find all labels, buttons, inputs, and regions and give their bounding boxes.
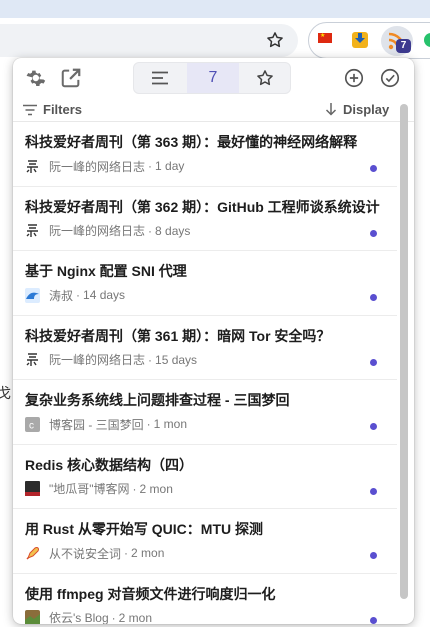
feed-item-source: 从不说安全词 [49,546,122,561]
feed-item-title[interactable]: 科技爱好者周刊（第 362 期）：GitHub 工程师谈系统设计 [25,197,387,217]
feed-item[interactable]: 用 Rust 从零开始写 QUIC：MTU 探测 从不说安全词 · 2 mon [13,509,397,574]
unread-dot [370,616,377,624]
feed-item-meta: 从不说安全词 · 2 mon [25,545,164,561]
feed-item-source: 依云's Blog [49,611,109,624]
address-bar[interactable] [0,24,298,57]
feed-item-time: 8 days [155,223,191,238]
china-flag-icon[interactable]: ★ [318,33,332,43]
feed-popup: 7 Filters Display 科技爱好者周刊（第 363 期）：最好懂的神… [13,58,414,624]
unread-badge: 7 [396,39,411,53]
feed-item-title[interactable]: 基于 Nginx 配置 SNI 代理 [25,261,387,281]
unread-dot [370,165,377,172]
feed-item[interactable]: 使用 ffmpeg 对音频文件进行响度归一化 依云's Blog · 2 mon [13,574,397,625]
filters-label: Filters [43,102,83,117]
external-link-icon[interactable] [60,67,82,89]
ruanyifeng-icon [25,159,40,174]
photo-icon [25,610,40,624]
arrow-down-icon [325,103,337,116]
unread-dot [370,423,377,430]
scrollbar[interactable] [397,98,412,624]
feed-item-source: 涛叔 [49,288,74,303]
cnblogs-icon: c [25,416,40,432]
feed-item-meta: 阮一峰的网络日志 · 15 days [25,352,197,368]
feed-item-separator: · [148,159,153,173]
feed-item[interactable]: 科技爱好者周刊（第 361 期）：暗网 Tor 安全吗？ 阮一峰的网络日志 · … [13,316,397,380]
feed-item-time: 1 day [155,159,185,173]
filter-bar: Filters Display [13,98,414,122]
feed-item-time: 15 days [155,352,198,367]
display-label: Display [343,102,390,117]
feed-item-separator: · [111,610,116,625]
page-text-fragment: 戈 [0,385,11,401]
feed-item-title[interactable]: 使用 ffmpeg 对音频文件进行响度归一化 [25,584,387,604]
bookmark-star-icon[interactable] [265,30,285,50]
unread-dot [370,294,377,301]
ruanyifeng-icon [25,223,40,238]
feed-item-meta: 依云's Blog · 2 mon [25,610,153,625]
feed-item-title[interactable]: Redis 核心数据结构（四） [25,455,387,475]
feed-item-time: 2 mon [118,610,153,625]
dark-square-icon [25,481,40,496]
feed-item-title[interactable]: 用 Rust 从零开始写 QUIC：MTU 探测 [25,519,387,539]
feed-item-time: 2 mon [139,481,173,496]
feed-item-time: 1 mon [153,417,188,431]
unread-dot [370,487,377,495]
feed-item-meta: 涛叔 · 14 days [25,287,125,303]
ruanyifeng-icon [25,352,40,367]
feed-item[interactable]: 科技爱好者周刊（第 362 期）：GitHub 工程师谈系统设计 阮一峰的网络日… [13,187,397,251]
feed-item-time: 2 mon [131,546,165,560]
filter-lines-icon [23,104,37,115]
tab-starred[interactable] [239,63,291,93]
feed-item-meta: "地瓜哥"博客网 · 2 mon [25,481,173,497]
feed-item[interactable]: 复杂业务系统线上问题排查过程 - 三国梦回 c 博客园 - 三国梦回 · 1 m… [13,380,397,445]
feed-item-source: "地瓜哥"博客网 [49,482,130,496]
feed-item-separator: · [148,352,153,367]
plus-circle-icon[interactable] [343,67,365,89]
unread-dot [370,358,377,366]
feed-item-separator: · [146,417,151,431]
unread-dot [370,229,377,237]
feed-list: 科技爱好者周刊（第 363 期）：最好懂的神经网络解释 阮一峰的网络日志 · 1… [13,122,397,624]
scrollbar-thumb[interactable] [400,104,408,599]
feed-item-title[interactable]: 科技爱好者周刊（第 361 期）：暗网 Tor 安全吗？ [25,326,387,346]
feed-item-separator: · [76,288,81,302]
filters-button[interactable]: Filters [23,102,82,117]
gear-icon[interactable] [24,67,46,89]
display-button[interactable]: Display [325,102,389,117]
feed-item-meta: 阮一峰的网络日志 · 1 day [25,158,184,174]
tab-all-list[interactable] [134,63,186,93]
feed-item-separator: · [124,546,129,560]
feed-item-separator: · [132,481,137,496]
feed-item-source: 博客园 - 三国梦回 [49,417,144,432]
feed-item-source: 阮一峰的网络日志 [49,224,146,238]
unread-count: 7 [208,69,218,86]
unread-dot [370,552,377,559]
rocket-icon [25,546,40,561]
feed-item-source: 阮一峰的网络日志 [49,159,146,174]
download-extension-icon[interactable] [352,32,368,48]
popup-toolbar: 7 [13,58,414,98]
tab-unread[interactable]: 7 [187,63,239,93]
feed-item-title[interactable]: 复杂业务系统线上问题排查过程 - 三国梦回 [25,390,387,410]
star-icon [257,70,273,86]
feed-item[interactable]: Redis 核心数据结构（四） "地瓜哥"博客网 · 2 mon [13,445,397,509]
feed-item-source: 阮一峰的网络日志 [49,353,146,367]
wave-icon [25,287,40,303]
list-icon [152,71,168,85]
check-circle-icon[interactable] [379,67,401,89]
feed-item-time: 14 days [83,288,126,302]
feed-item-title[interactable]: 科技爱好者周刊（第 363 期）：最好懂的神经网络解释 [25,132,387,152]
feed-item-meta: 阮一峰的网络日志 · 8 days [25,223,190,239]
view-switcher: 7 [133,62,291,94]
feed-item[interactable]: 科技爱好者周刊（第 363 期）：最好懂的神经网络解释 阮一峰的网络日志 · 1… [13,122,397,187]
feed-item-separator: · [148,223,153,238]
feed-item-meta: c 博客园 - 三国梦回 · 1 mon [25,416,187,432]
svg-text:c: c [29,420,34,431]
feed-item[interactable]: 基于 Nginx 配置 SNI 代理 涛叔 · 14 days [13,251,397,316]
browser-tab-strip [0,0,430,18]
